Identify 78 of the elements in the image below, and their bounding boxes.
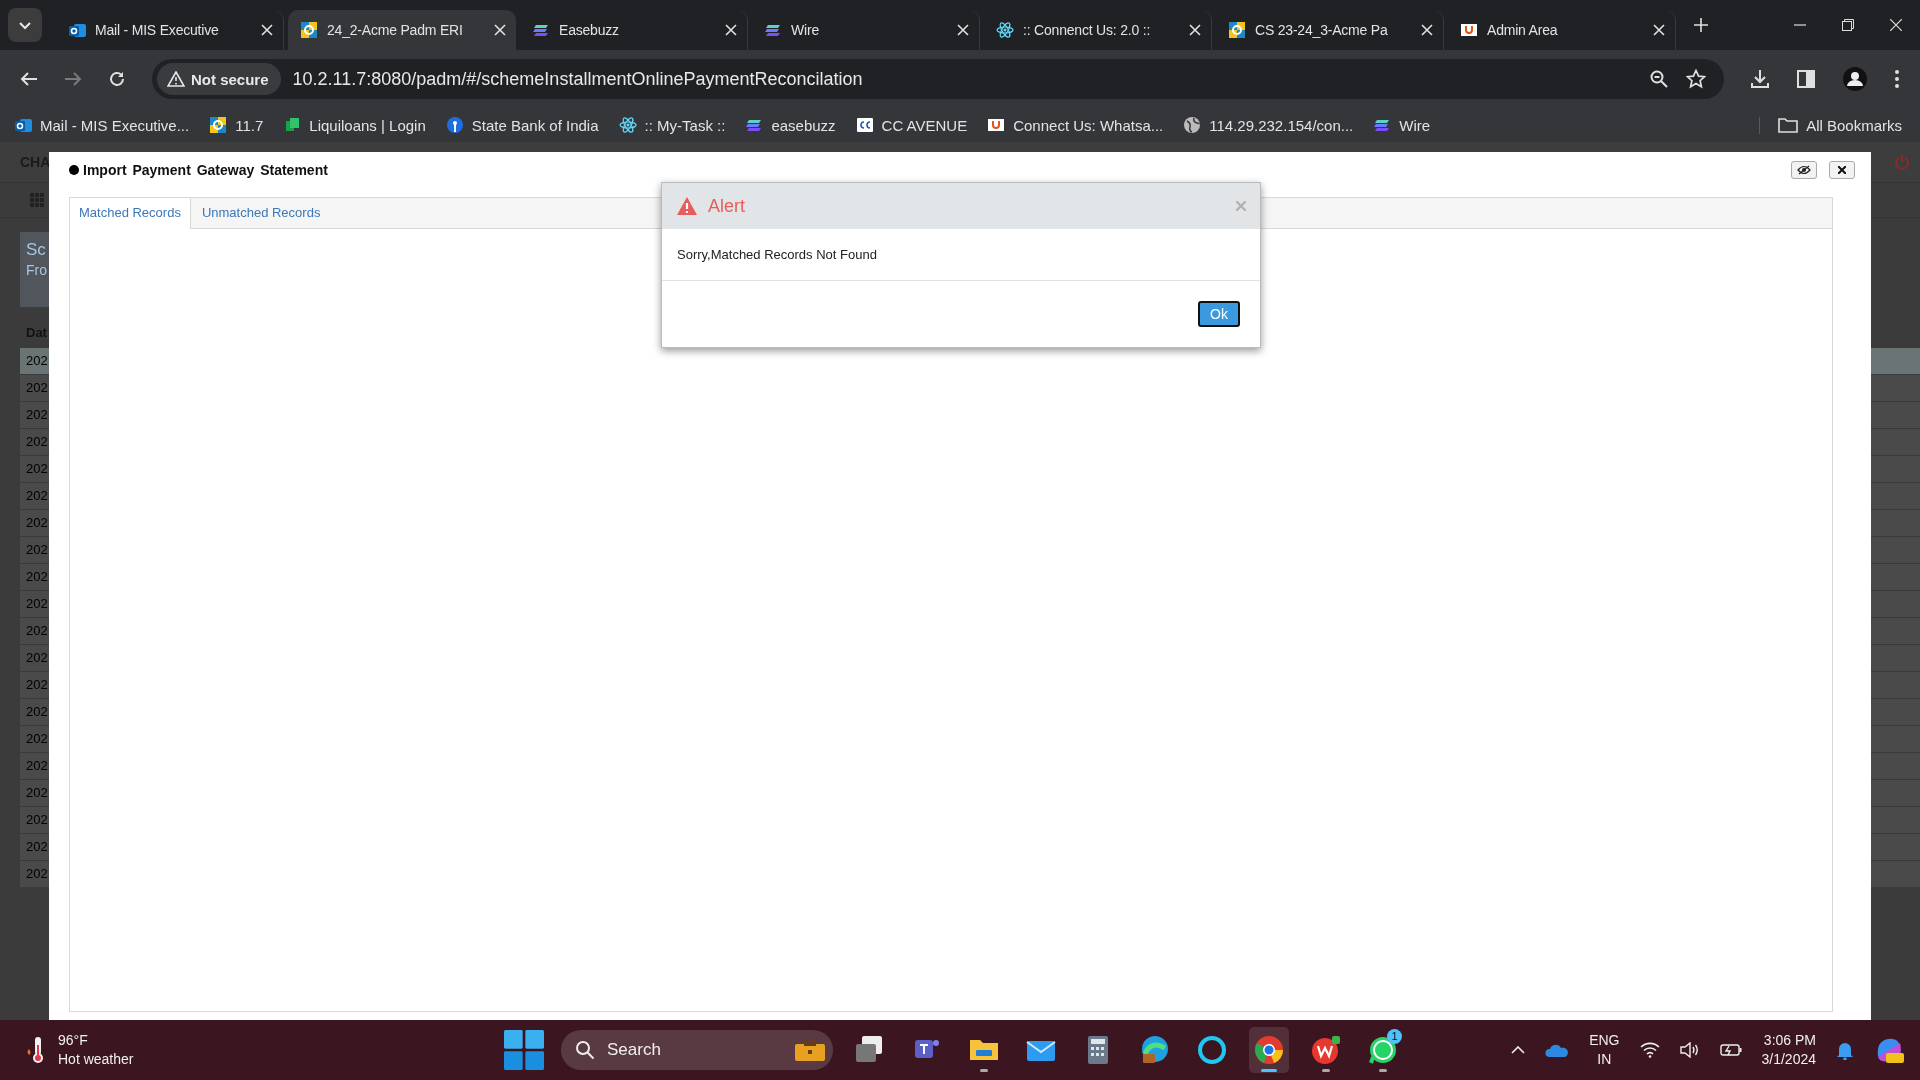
bookmark[interactable]: CC AVENUE [855, 116, 968, 134]
speaker-icon[interactable] [1679, 1042, 1700, 1058]
bookmark[interactable]: 114.29.232.154/con... [1183, 116, 1354, 134]
bookmark[interactable]: 11.7 [209, 116, 264, 134]
gear-square-icon [1228, 21, 1246, 39]
notification-badge: 1 [1387, 1029, 1402, 1044]
records-tab[interactable]: Matched Records [70, 198, 191, 229]
letters-square-icon [855, 116, 874, 134]
atom-icon [996, 21, 1014, 39]
folder-icon [1778, 117, 1799, 133]
wifi-icon[interactable] [1639, 1042, 1660, 1058]
bookmark[interactable]: State Bank of India [445, 116, 599, 134]
alert-title: Alert [708, 195, 745, 217]
taskbar-app-button[interactable]: 1 [1363, 1027, 1403, 1073]
keyhole-circle-icon [445, 116, 464, 134]
chevron-up-icon[interactable] [1511, 1046, 1526, 1054]
close-button[interactable] [1829, 161, 1855, 179]
chat-square-icon [283, 116, 302, 134]
url-text: 10.2.11.7:8080/padm/#/schemeInstallmentOnlinePaymentReconcilation [292, 68, 863, 90]
new-tab-icon[interactable] [1694, 18, 1708, 32]
search-icon [575, 1040, 595, 1060]
letter-w-circle-icon [1310, 1034, 1342, 1066]
bullet-icon [69, 165, 79, 175]
gear-square-icon [300, 21, 318, 39]
security-chip[interactable]: Not secure [157, 63, 281, 95]
all-bookmarks-button[interactable]: All Bookmarks [1759, 116, 1902, 134]
restore-icon[interactable] [1842, 19, 1854, 31]
reload-icon[interactable] [108, 70, 126, 88]
eye-slash-icon [1797, 165, 1811, 175]
envelope-icon [68, 21, 86, 39]
back-arrow-icon[interactable] [20, 71, 38, 87]
records-tab[interactable]: Unmatched Records [192, 198, 330, 228]
bookmark[interactable]: Connect Us: Whatsa... [987, 116, 1164, 134]
phone-bubble-icon [1367, 1034, 1399, 1066]
star-icon[interactable] [1686, 69, 1706, 89]
clock[interactable]: 3:06 PM 3/1/2024 [1761, 1031, 1816, 1069]
bell-icon[interactable] [1836, 1040, 1854, 1060]
cloud-icon[interactable] [1545, 1043, 1570, 1057]
temperature-text: 96°F [58, 1031, 89, 1050]
gear-square-icon [209, 116, 228, 134]
bookmark[interactable]: easebuzz [745, 116, 836, 134]
chrome-icon [1253, 1034, 1285, 1066]
side-panel-icon[interactable] [1796, 69, 1816, 89]
atom-icon [618, 116, 637, 134]
language-indicator[interactable]: ENG IN [1589, 1031, 1620, 1069]
browser-tab[interactable]: 24_2-Acme Padm ERI [288, 10, 516, 50]
tab-search-icon[interactable] [8, 8, 42, 42]
panel-subtitle: Fro [26, 262, 48, 278]
globe-icon [1183, 116, 1202, 134]
download-icon[interactable] [1750, 69, 1770, 89]
warning-icon [167, 71, 185, 87]
envelope-icon [14, 116, 32, 134]
forward-arrow-icon[interactable] [64, 71, 82, 87]
taskbar-app-button[interactable] [1249, 1027, 1289, 1073]
search-field[interactable]: Search [561, 1030, 833, 1070]
alert-message: Sorry,Matched Records Not Found [662, 229, 1260, 281]
close-icon[interactable] [1890, 19, 1902, 31]
menu-icon[interactable] [1894, 69, 1900, 89]
hide-button[interactable] [1791, 161, 1817, 179]
ring-icon [1196, 1034, 1228, 1066]
bookmark[interactable]: Mail - MIS Executive... [14, 116, 190, 134]
profile-icon[interactable] [1842, 66, 1868, 92]
zoom-icon[interactable] [1650, 70, 1668, 88]
bookmark[interactable]: :: My-Task :: [618, 116, 726, 134]
logo-card-icon [1460, 21, 1478, 39]
logo-card-icon [987, 116, 1006, 134]
battery-icon[interactable] [1719, 1043, 1742, 1057]
address-bar[interactable]: Not secure 10.2.11.7:8080/padm/#/schemeInstallmentOnlinePaymentReconcilation [152, 59, 1724, 99]
close-icon [1838, 166, 1846, 174]
panel-title: Sc [26, 240, 47, 260]
bookmark[interactable]: Wire [1373, 116, 1431, 134]
dialog-title: Import Payment Gateway Statement [83, 162, 328, 178]
weather-text: Hot weather [58, 1050, 134, 1069]
windows-logo-icon[interactable] [504, 1027, 544, 1073]
swirl-icon [1139, 1034, 1171, 1066]
warning-icon [677, 197, 697, 215]
bookmark[interactable]: Liquiloans | Login [283, 116, 426, 134]
briefcase-icon [795, 1039, 825, 1061]
